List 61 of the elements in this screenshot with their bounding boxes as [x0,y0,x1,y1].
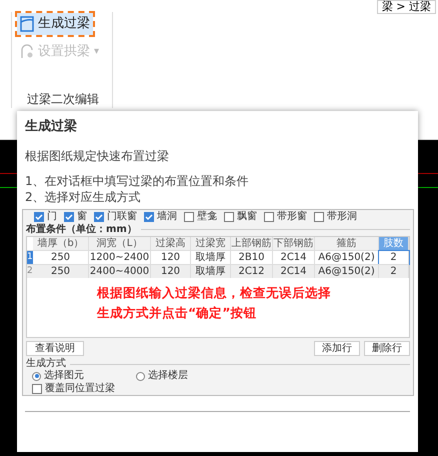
section-label: 布置条件（单位：mm） [26,222,137,236]
check-icon [95,212,103,221]
tooltip-description: 根据图纸规定快速布置过梁 [25,148,170,164]
check-icon [145,212,153,221]
breadcrumb: 梁 > 过梁 [376,0,436,14]
checkbox[interactable] [94,212,104,222]
row-button[interactable]: 添加行 [314,341,360,356]
help-button[interactable]: 查看说明 [26,341,84,356]
checkbox[interactable] [224,212,234,222]
method-label: 生成方式 [26,358,66,370]
checkbox[interactable] [314,212,324,222]
radio-button[interactable] [32,372,41,381]
checkbox[interactable] [184,212,194,222]
column-header: 墙厚（b） [33,236,89,250]
table-row[interactable]: 2 250 2400~4000 120 取墙厚 2C12 2C14 A6@150(2) 2 [27,264,409,278]
checkbox[interactable] [34,212,44,222]
checkbox[interactable] [144,212,154,222]
check-icon [35,212,43,221]
checkbox-label: 门联窗 [107,210,137,223]
table-cell: 120 [151,264,191,278]
row-index: 1 [27,250,33,264]
checkbox[interactable] [264,212,274,222]
tooltip-title: 生成过梁 [25,118,78,136]
beam-icon [20,16,34,32]
checkbox-label: 墙洞 [157,210,177,223]
radio-button[interactable] [136,372,145,381]
row-index: 2 [27,264,33,278]
arch-icon [20,43,34,60]
checkbox[interactable] [64,212,74,222]
radio-label: 选择图元 [44,370,84,382]
checkbox-label: 覆盖同位置过梁 [45,382,115,394]
table-cell: 2 [379,264,409,278]
table-cell: 2C14 [273,264,315,278]
column-header: 肢数 [379,236,409,250]
table-cell: 2C12 [231,264,273,278]
table-cell: 250 [33,264,89,278]
table-cell: 2400~4000 [89,264,151,278]
table-cell: A6@150(2) [315,264,379,278]
column-header: 洞宽（L） [89,236,151,250]
step-text: 2、选择对应生成方式 [25,188,142,204]
table-cell: 取墙厚 [191,264,231,278]
checkbox-label: 飘窗 [237,210,257,223]
group-label: 过梁二次编辑 [27,91,99,108]
column-header: 过梁宽 [191,236,231,250]
check-icon [65,212,73,221]
column-header: 箍筋 [315,236,379,250]
column-header: 过梁高 [151,236,191,250]
checkbox-label: 带形窗 [277,210,307,223]
row-button[interactable]: 删除行 [364,341,410,356]
column-header: 上部钢筋 [231,236,273,250]
checkbox-label: 带形洞 [327,210,357,223]
annotation-text: 根据图纸输入过梁信息，检查无误后选择生成方式并点击“确定”按钮 [96,284,332,322]
ribbon-button[interactable]: 生成过梁 [17,13,93,34]
checkbox-label: 壁龛 [197,210,217,223]
table-row[interactable]: 1 250 1200~2400 120 取墙厚 2B10 2C14 A6@150(2) 2 [27,250,409,264]
checkbox[interactable] [32,384,42,394]
checkbox-label: 门 [47,210,57,223]
checkbox-label: 窗 [77,210,87,223]
step-text: 1、在对话框中填写过梁的布置位置和条件 [25,172,250,188]
radio-label: 选择楼层 [148,370,188,382]
column-header: 下部钢筋 [273,236,315,250]
